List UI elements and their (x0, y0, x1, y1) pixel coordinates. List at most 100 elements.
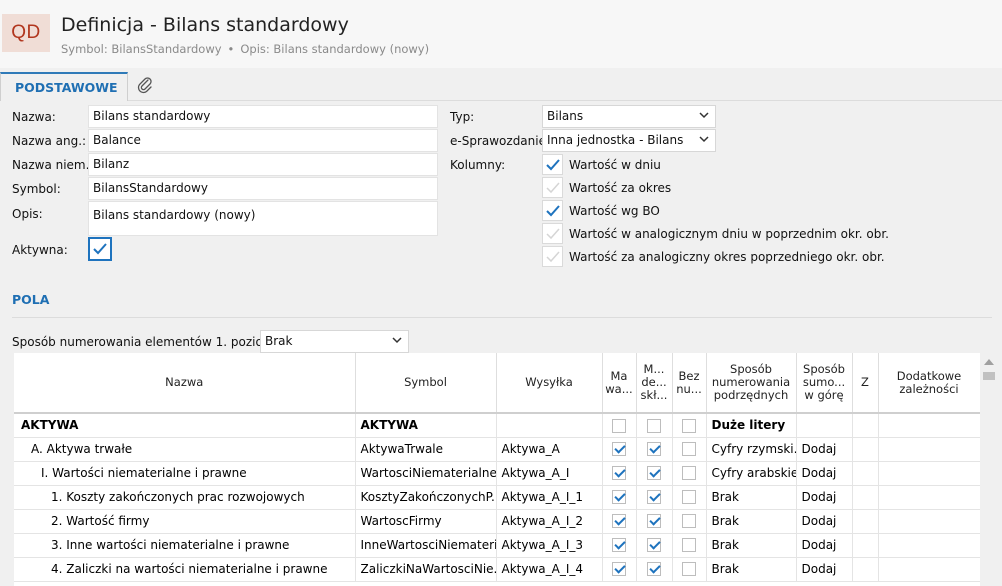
cell-symbol[interactable]: ZaliczkiNaWartosciNie... (355, 557, 497, 582)
cell-z[interactable] (852, 461, 879, 486)
kolumny-checkbox-1[interactable] (542, 154, 563, 175)
cell-z[interactable] (852, 413, 879, 438)
table-row[interactable]: I. Wartości niematerialne i prawne Wartos… (14, 461, 980, 486)
cell-sumo[interactable]: Dodaj (796, 437, 853, 462)
cell-symbol[interactable]: AKTYWA (355, 413, 497, 438)
cell-nazwa[interactable]: A. Aktywa trwałe (14, 437, 356, 462)
cell-wysylka[interactable]: Aktywa_A_I (496, 461, 603, 486)
row-checkbox-md[interactable] (647, 514, 661, 529)
cell-wysylka[interactable]: Aktywa_A_I_3 (496, 533, 603, 558)
cell-wysylka[interactable]: Aktywa_A_I_4 (496, 557, 603, 582)
cell-sposob[interactable]: Cyfry rzymski... (706, 437, 797, 462)
column-header-z[interactable]: Z (852, 353, 879, 414)
kolumny-checkbox-2[interactable] (542, 177, 563, 198)
column-header-sumo[interactable]: Sposób sumo... w górę (796, 353, 853, 414)
cell-dodatkowe[interactable] (878, 437, 980, 462)
cell-sumo[interactable]: Dodaj (796, 509, 853, 534)
cell-symbol[interactable]: KosztyZakończonychP... (355, 485, 497, 510)
symbol-field[interactable]: BilansStandardowy (88, 177, 438, 200)
cell-dodatkowe[interactable] (878, 557, 980, 582)
kolumny-checkbox-5[interactable] (542, 246, 563, 267)
typ-select[interactable]: Bilans (542, 105, 716, 128)
column-header-symbol[interactable]: Symbol (355, 353, 497, 414)
cell-sumo[interactable]: Dodaj (796, 485, 853, 510)
table-row[interactable]: 2. Wartość firmy WartoscFirmy Aktywa_A_I_2… (14, 509, 980, 534)
scroll-thumb[interactable] (983, 372, 995, 380)
cell-dodatkowe[interactable] (878, 461, 980, 486)
row-checkbox-bez[interactable] (682, 442, 696, 457)
cell-dodatkowe[interactable] (878, 509, 980, 534)
column-header-dodatkowe[interactable]: Dodatkowe zależności (878, 353, 980, 414)
cell-dodatkowe[interactable] (878, 413, 980, 438)
cell-wysylka[interactable]: Aktywa_A_I_2 (496, 509, 603, 534)
cell-nazwa[interactable]: AKTYWA (14, 413, 356, 438)
column-header-wysylka[interactable]: Wysyłka (496, 353, 603, 414)
kolumny-checkbox-3[interactable] (542, 200, 563, 221)
cell-wysylka[interactable]: Aktywa_A (496, 437, 603, 462)
cell-nazwa[interactable]: I. Wartości niematerialne i prawne (14, 461, 356, 486)
scroll-up-arrow-icon[interactable] (984, 359, 994, 365)
column-header-sposob[interactable]: Sposób numerowania podrzędnych (706, 353, 797, 414)
row-checkbox-bez[interactable] (682, 466, 696, 481)
row-checkbox-ma[interactable] (612, 562, 626, 577)
cell-sposob[interactable]: Brak (706, 485, 797, 510)
grid-scrollbar[interactable] (980, 353, 998, 586)
esprawozdanie-select[interactable]: Inna jednostka - Bilans (542, 129, 716, 152)
row-checkbox-ma[interactable] (612, 442, 626, 457)
cell-z[interactable] (852, 437, 879, 462)
tab-podstawowe[interactable]: PODSTAWOWE (0, 72, 128, 101)
cell-sumo[interactable]: Dodaj (796, 557, 853, 582)
row-checkbox-bez[interactable] (682, 562, 696, 577)
table-row[interactable]: 4. Zaliczki na wartości niematerialne i … (14, 557, 980, 582)
cell-sumo[interactable]: Dodaj (796, 461, 853, 486)
row-checkbox-bez[interactable] (682, 490, 696, 505)
cell-nazwa[interactable]: 4. Zaliczki na wartości niematerialne i … (14, 557, 356, 582)
cell-symbol[interactable]: WartoscFirmy (355, 509, 497, 534)
row-checkbox-ma[interactable] (612, 538, 626, 553)
cell-nazwa[interactable]: 2. Wartość firmy (14, 509, 356, 534)
cell-symbol[interactable]: WartosciNiematerialne... (355, 461, 497, 486)
row-checkbox-bez[interactable] (682, 418, 696, 433)
nazwa-ang-field[interactable]: Balance (88, 129, 438, 152)
cell-wysylka[interactable] (496, 413, 603, 438)
row-checkbox-md[interactable] (647, 418, 661, 433)
kolumny-checkbox-4[interactable] (542, 223, 563, 244)
cell-nazwa[interactable]: 3. Inne wartości niematerialne i prawne (14, 533, 356, 558)
nazwa-niem-field[interactable]: Bilanz (88, 153, 438, 176)
cell-sposob[interactable]: Duże litery (706, 413, 797, 438)
row-checkbox-bez[interactable] (682, 538, 696, 553)
row-checkbox-ma[interactable] (612, 490, 626, 505)
cell-z[interactable] (852, 557, 879, 582)
table-row[interactable]: A. Aktywa trwałe AktywaTrwale Aktywa_A Cyfr… (14, 437, 980, 462)
row-checkbox-md[interactable] (647, 562, 661, 577)
cell-dodatkowe[interactable] (878, 533, 980, 558)
cell-z[interactable] (852, 509, 879, 534)
row-checkbox-ma[interactable] (612, 466, 626, 481)
column-header-ma[interactable]: Ma wa... (602, 353, 637, 414)
nazwa-field[interactable]: Bilans standardowy (88, 105, 438, 128)
column-header-bez[interactable]: Bez nu... (672, 353, 707, 414)
row-checkbox-md[interactable] (647, 442, 661, 457)
opis-field[interactable]: Bilans standardowy (nowy) (88, 201, 438, 236)
cell-nazwa[interactable]: 1. Koszty zakończonych prac rozwojowych (14, 485, 356, 510)
column-header-md[interactable]: M... de... skł... (636, 353, 673, 414)
paperclip-icon[interactable] (134, 74, 156, 96)
cell-wysylka[interactable]: Aktywa_A_I_1 (496, 485, 603, 510)
column-header-nazwa[interactable]: Nazwa (14, 353, 356, 414)
cell-sumo[interactable] (796, 413, 853, 438)
cell-symbol[interactable]: AktywaTrwale (355, 437, 497, 462)
cell-sposob[interactable]: Cyfry arabskie (706, 461, 797, 486)
row-checkbox-ma[interactable] (612, 514, 626, 529)
cell-z[interactable] (852, 533, 879, 558)
cell-sposob[interactable]: Brak (706, 533, 797, 558)
cell-sposob[interactable]: Brak (706, 557, 797, 582)
cell-dodatkowe[interactable] (878, 485, 980, 510)
row-checkbox-md[interactable] (647, 466, 661, 481)
cell-symbol[interactable]: InneWartosciNiemateri... (355, 533, 497, 558)
row-checkbox-md[interactable] (647, 490, 661, 505)
table-row[interactable]: 1. Koszty zakończonych prac rozwojowych K… (14, 485, 980, 510)
numbering-select[interactable]: Brak (260, 330, 409, 353)
cell-sposob[interactable]: Brak (706, 509, 797, 534)
row-checkbox-ma[interactable] (612, 418, 626, 433)
row-checkbox-md[interactable] (647, 538, 661, 553)
